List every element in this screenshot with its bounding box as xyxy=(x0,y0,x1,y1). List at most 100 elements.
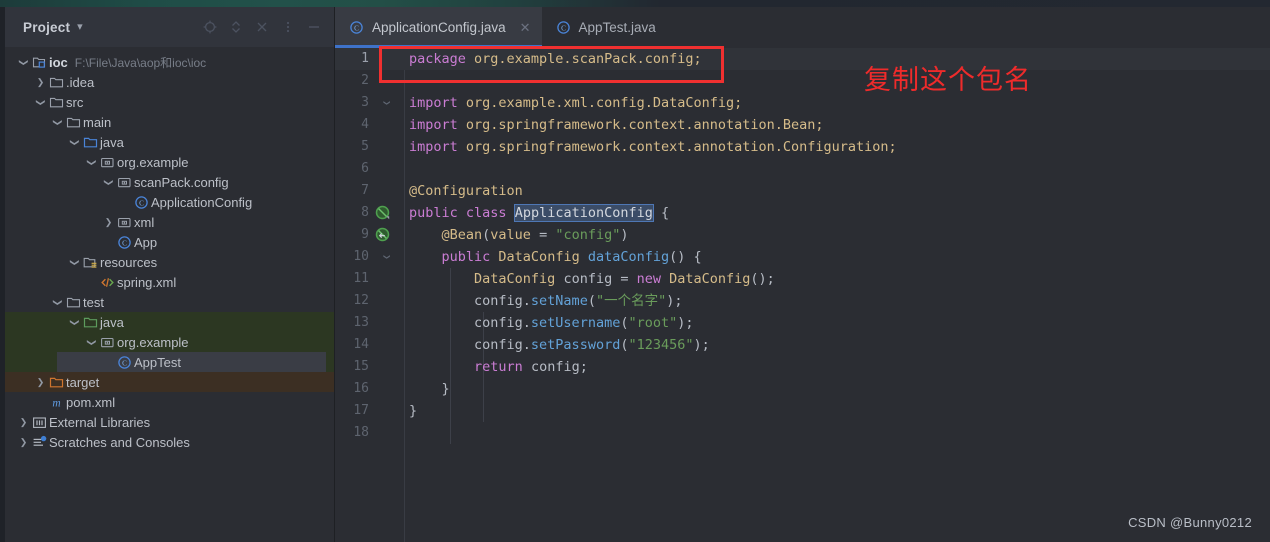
tree-row[interactable]: ❯ test xyxy=(5,292,334,312)
code-line[interactable]: 2 xyxy=(335,70,1270,92)
tree-row[interactable]: ❯ xml xyxy=(5,212,334,232)
chevron-down-icon[interactable]: ❯ xyxy=(87,156,97,169)
line-number: 7 xyxy=(361,183,369,198)
code-line[interactable]: 4 import org.springframework.context.anno… xyxy=(335,114,1270,136)
chevron-down-icon[interactable]: ❯ xyxy=(104,176,114,189)
line-number: 14 xyxy=(353,337,369,352)
chevron-right-icon[interactable]: ❯ xyxy=(34,77,47,87)
caret-spacer xyxy=(85,278,98,287)
chevron-down-icon[interactable]: ❯ xyxy=(87,336,97,349)
chevron-down-icon[interactable]: ❯ xyxy=(70,316,80,329)
chevron-down-icon[interactable]: ▾ xyxy=(77,21,83,33)
chevron-down-icon[interactable]: ❯ xyxy=(36,96,46,109)
excluded-folder-icon xyxy=(47,375,66,390)
code-line[interactable]: 13 config.setUsername("root"); xyxy=(335,312,1270,334)
code-editor[interactable]: 1 package org.example.scanPack.config; 2 3 ❯… xyxy=(335,48,1270,542)
code-token: import xyxy=(409,117,466,133)
caret-spacer xyxy=(102,238,115,247)
tree-row[interactable]: ❯ main xyxy=(5,112,334,132)
tree-row-label: src xyxy=(66,94,84,110)
code-text: import org.springframework.context.annot… xyxy=(409,114,824,136)
tree-row[interactable]: ❯ Scratches and Consoles xyxy=(5,432,334,452)
line-number: 2 xyxy=(361,73,369,88)
chevron-right-icon[interactable]: ❯ xyxy=(17,437,30,447)
line-number: 10 xyxy=(353,249,369,264)
code-line[interactable]: 14 config.setPassword("123456"); xyxy=(335,334,1270,356)
code-line[interactable]: 7 @Configuration xyxy=(335,180,1270,202)
code-line[interactable]: 10 ❯ public DataConfig dataConfig() { xyxy=(335,246,1270,268)
code-text: import org.springframework.context.annot… xyxy=(409,136,897,158)
code-line[interactable]: 6 xyxy=(335,158,1270,180)
tree-row[interactable]: ❯ target xyxy=(5,372,334,392)
code-line[interactable]: 9 @Bean(value = "config") xyxy=(335,224,1270,246)
code-line[interactable]: 5 import org.springframework.context.anno… xyxy=(335,136,1270,158)
code-line[interactable]: 12 config.setName("一个名字"); xyxy=(335,290,1270,312)
code-token: ); xyxy=(693,337,710,353)
editor-tab[interactable]: C AppTest.java xyxy=(542,7,667,48)
tree-row[interactable]: ❯ scanPack.config xyxy=(5,172,334,192)
code-token: config. xyxy=(409,293,531,309)
chevron-down-icon[interactable]: ❯ xyxy=(19,56,29,69)
code-token: } xyxy=(409,403,418,419)
code-line[interactable]: 15 return config; xyxy=(335,356,1270,378)
folder-icon xyxy=(47,95,66,110)
editor-tabbar[interactable]: C ApplicationConfig.java ✕ C AppTest.java xyxy=(335,7,1270,48)
code-token: org.example.scanPack.config; xyxy=(474,51,702,67)
chevron-right-icon[interactable]: ❯ xyxy=(102,217,115,227)
spring-bean-icon[interactable] xyxy=(375,205,392,222)
svg-text:C: C xyxy=(561,24,566,32)
caret-spacer xyxy=(119,198,132,207)
code-line[interactable]: 1 package org.example.scanPack.config; xyxy=(335,48,1270,70)
chevron-right-icon[interactable]: ❯ xyxy=(34,377,47,387)
tree-row[interactable]: C ApplicationConfig xyxy=(5,192,334,212)
tree-row[interactable]: ❯ resources xyxy=(5,252,334,272)
code-token: () { xyxy=(669,249,702,265)
close-icon[interactable] xyxy=(250,15,274,39)
code-token: ) xyxy=(620,227,629,243)
tree-row[interactable]: ❯ ioc F:\File\Java\aop和ioc\ioc xyxy=(5,52,334,72)
selected-token[interactable]: ApplicationConfig xyxy=(513,204,654,222)
tree-row[interactable]: m pom.xml xyxy=(5,392,334,412)
code-lines[interactable]: 1 package org.example.scanPack.config; 2 3 ❯… xyxy=(335,48,1270,542)
tree-row[interactable]: ❯ org.example xyxy=(5,152,334,172)
chevron-down-icon[interactable]: ❯ xyxy=(53,296,63,309)
code-token: dataConfig xyxy=(587,249,670,265)
code-token: } xyxy=(409,381,450,397)
fold-toggle-icon[interactable]: ❯ xyxy=(375,96,397,110)
close-icon[interactable]: ✕ xyxy=(520,20,531,36)
chevron-down-icon[interactable]: ❯ xyxy=(70,256,80,269)
tree-row-label: .idea xyxy=(66,74,95,90)
tree-row[interactable]: spring.xml xyxy=(5,272,334,292)
project-tree[interactable]: ❯ ioc F:\File\Java\aop和ioc\ioc ❯ .idea ❯ src ❯ m… xyxy=(5,47,334,452)
code-line[interactable]: 18 xyxy=(335,422,1270,444)
code-token: (); xyxy=(750,271,775,287)
project-panel-title[interactable]: Project xyxy=(23,20,70,35)
locate-icon[interactable] xyxy=(198,15,222,39)
tree-row[interactable]: ❯ External Libraries xyxy=(5,412,334,432)
tree-row[interactable]: ❯ java xyxy=(5,132,334,152)
fold-toggle-icon[interactable]: ❯ xyxy=(375,250,397,264)
code-line[interactable]: 11 DataConfig config = new DataConfig(); xyxy=(335,268,1270,290)
tree-row-label: ioc xyxy=(49,54,68,70)
tree-row[interactable]: ❯ src xyxy=(5,92,334,112)
chevron-down-icon[interactable]: ❯ xyxy=(53,116,63,129)
collapse-expand-icon[interactable] xyxy=(224,15,248,39)
tree-row[interactable]: ❯ .idea xyxy=(5,72,334,92)
code-line[interactable]: 3 ❯ import org.example.xml.config.DataConf… xyxy=(335,92,1270,114)
tree-row[interactable]: ❯ java xyxy=(5,312,334,332)
tree-row[interactable]: C App xyxy=(5,232,334,252)
editor-tab[interactable]: C ApplicationConfig.java ✕ xyxy=(335,7,542,48)
code-line[interactable]: 8 public class ApplicationConfig { xyxy=(335,202,1270,224)
editor-tab-label: AppTest.java xyxy=(578,20,656,35)
code-line[interactable]: 17} xyxy=(335,400,1270,422)
spring-bean-nav-icon[interactable] xyxy=(375,227,392,244)
annotation-note: 复制这个包名 xyxy=(864,65,1032,96)
chevron-right-icon[interactable]: ❯ xyxy=(17,417,30,427)
tree-row[interactable]: ❯ org.example xyxy=(5,332,334,352)
tree-row[interactable]: C AppTest xyxy=(5,352,334,372)
minimize-icon[interactable] xyxy=(302,15,326,39)
chevron-down-icon[interactable]: ❯ xyxy=(70,136,80,149)
code-line[interactable]: 16 } xyxy=(335,378,1270,400)
more-options-icon[interactable] xyxy=(276,15,300,39)
